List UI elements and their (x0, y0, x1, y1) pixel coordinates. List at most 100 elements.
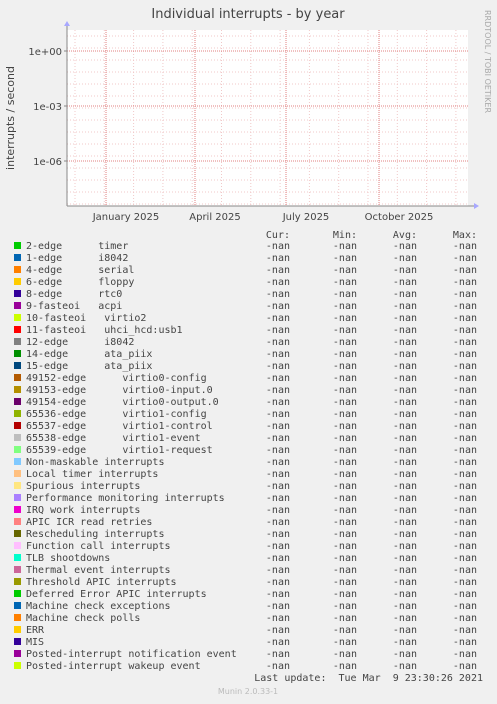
legend-swatch (14, 602, 21, 609)
legend-series-name: 2-edge timer (26, 241, 128, 252)
legend-series-name: 65539-edge virtio1-request (26, 445, 213, 456)
legend-series-name: Non-maskable interrupts (26, 457, 164, 468)
legend-value-min: -nan (333, 505, 357, 516)
legend-row: 4-edge serial -nan -nan -nan -nan (14, 265, 477, 276)
legend-value-cur: -nan (266, 421, 290, 432)
legend: Cur: Min: Avg: Max:2-edge timer -nan -nan -nan… (14, 230, 477, 672)
legend-value-avg: -nan (393, 421, 417, 432)
legend-series-name: Spurious interrupts (26, 481, 140, 492)
legend-series-name: 49154-edge virtio0-output.0 (26, 397, 219, 408)
y-axis-label: interrupts / second (4, 66, 17, 170)
legend-value-avg: -nan (393, 493, 417, 504)
legend-value-min: -nan (333, 289, 357, 300)
legend-value-cur: -nan (266, 277, 290, 288)
legend-swatch (14, 278, 21, 285)
legend-row: ERR -nan -nan -nan -nan (14, 625, 477, 636)
legend-value-cur: -nan (266, 313, 290, 324)
legend-swatch (14, 530, 21, 537)
legend-value-min: -nan (333, 625, 357, 636)
legend-value-cur: -nan (266, 337, 290, 348)
legend-row: 65537-edge virtio1-control -nan -nan -nan -n… (14, 421, 477, 432)
legend-row: Machine check exceptions -nan -nan -nan -nan (14, 601, 477, 612)
legend-row: 9-fasteoi acpi -nan -nan -nan -nan (14, 301, 477, 312)
legend-value-avg: -nan (393, 385, 417, 396)
legend-series-name: 6-edge floppy (26, 277, 134, 288)
legend-value-max: -nan (453, 517, 477, 528)
legend-value-avg: -nan (393, 445, 417, 456)
legend-value-min: -nan (333, 433, 357, 444)
legend-value-avg: -nan (393, 337, 417, 348)
legend-value-min: -nan (333, 661, 357, 672)
legend-row: IRQ work interrupts -nan -nan -nan -nan (14, 505, 477, 516)
legend-row: 11-fasteoi uhci_hcd:usb1 -nan -nan -nan -nan (14, 325, 477, 336)
legend-column-header: Max: (453, 230, 477, 241)
legend-series-name: 65536-edge virtio1-config (26, 409, 207, 420)
legend-row: Threshold APIC interrupts -nan -nan -nan -na… (14, 577, 477, 588)
legend-value-cur: -nan (266, 289, 290, 300)
legend-value-max: -nan (453, 241, 477, 252)
legend-value-avg: -nan (393, 361, 417, 372)
legend-value-avg: -nan (393, 481, 417, 492)
legend-value-avg: -nan (393, 529, 417, 540)
x-axis-arrow (474, 203, 479, 209)
legend-row: TLB shootdowns -nan -nan -nan -nan (14, 553, 477, 564)
legend-series-name: Rescheduling interrupts (26, 529, 164, 540)
legend-row: Spurious interrupts -nan -nan -nan -nan (14, 481, 477, 492)
legend-swatch (14, 578, 21, 585)
legend-value-max: -nan (453, 301, 477, 312)
legend-series-name: Performance monitoring interrupts (26, 493, 225, 504)
legend-value-max: -nan (453, 457, 477, 468)
legend-value-max: -nan (453, 325, 477, 336)
legend-series-name: 15-edge ata_piix (26, 361, 152, 372)
legend-row: 6-edge floppy -nan -nan -nan -nan (14, 277, 477, 288)
legend-value-max: -nan (453, 541, 477, 552)
legend-value-max: -nan (453, 649, 477, 660)
legend-value-avg: -nan (393, 313, 417, 324)
legend-value-cur: -nan (266, 385, 290, 396)
legend-value-avg: -nan (393, 253, 417, 264)
legend-row: 49153-edge virtio0-input.0 -nan -nan -nan -n… (14, 385, 477, 396)
legend-value-avg: -nan (393, 349, 417, 360)
legend-value-max: -nan (453, 529, 477, 540)
legend-value-avg: -nan (393, 241, 417, 252)
legend-value-avg: -nan (393, 565, 417, 576)
legend-swatch (14, 338, 21, 345)
legend-value-min: -nan (333, 385, 357, 396)
legend-value-min: -nan (333, 277, 357, 288)
legend-value-min: -nan (333, 361, 357, 372)
legend-value-avg: -nan (393, 517, 417, 528)
legend-value-avg: -nan (393, 505, 417, 516)
legend-series-name: Deferred Error APIC interrupts (26, 589, 207, 600)
legend-value-min: -nan (333, 349, 357, 360)
legend-value-avg: -nan (393, 289, 417, 300)
legend-column-header: Cur: (266, 230, 290, 241)
legend-value-min: -nan (333, 613, 357, 624)
legend-swatch (14, 254, 21, 261)
legend-value-avg: -nan (393, 325, 417, 336)
legend-row: 10-fasteoi virtio2 -nan -nan -nan -nan (14, 313, 477, 324)
legend-value-min: -nan (333, 409, 357, 420)
legend-value-min: -nan (333, 541, 357, 552)
legend-series-name: 49153-edge virtio0-input.0 (26, 385, 213, 396)
legend-series-name: Posted-interrupt wakeup event (26, 661, 201, 672)
plot-area: 1e+00 1e-03 1e-06 January 2025 April 2025 Jul… (28, 21, 479, 223)
legend-series-name: TLB shootdowns (26, 553, 110, 564)
legend-value-max: -nan (453, 469, 477, 480)
legend-row: 2-edge timer -nan -nan -nan -nan (14, 241, 477, 252)
legend-series-name: 1-edge i8042 (26, 253, 128, 264)
last-update: Last update: Tue Mar 9 23:30:26 2021 (254, 673, 483, 684)
legend-series-name: 9-fasteoi acpi (26, 301, 122, 312)
x-tick-label: July 2025 (282, 212, 330, 223)
legend-swatch (14, 410, 21, 417)
legend-value-avg: -nan (393, 541, 417, 552)
legend-value-avg: -nan (393, 613, 417, 624)
legend-value-min: -nan (333, 421, 357, 432)
legend-series-name: APIC ICR read retries (26, 517, 152, 528)
legend-value-cur: -nan (266, 625, 290, 636)
legend-value-cur: -nan (266, 589, 290, 600)
legend-value-max: -nan (453, 277, 477, 288)
legend-value-max: -nan (453, 565, 477, 576)
legend-value-min: -nan (333, 241, 357, 252)
legend-swatch (14, 386, 21, 393)
legend-value-max: -nan (453, 397, 477, 408)
